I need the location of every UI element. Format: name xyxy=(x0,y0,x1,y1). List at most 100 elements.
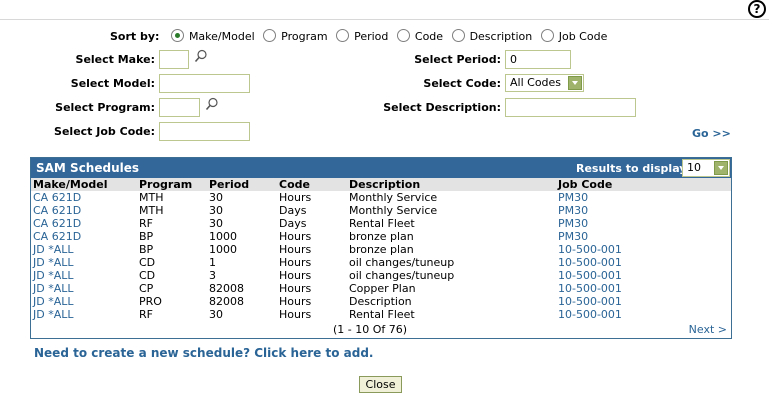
chevron-down-icon[interactable] xyxy=(714,161,728,175)
table-row[interactable]: CA 621D RF 30 Days Rental Fleet PM30 xyxy=(31,217,731,230)
job-code-cell[interactable]: 10-500-001 xyxy=(556,256,731,269)
select-description-label: Select Description: xyxy=(383,101,501,114)
description-cell: bronze plan xyxy=(349,230,414,243)
table-header-row: Make/Model Program Period Code Descripti… xyxy=(31,178,731,191)
table-row[interactable]: JD *ALL PRO 82008 Hours Description 10-500-00… xyxy=(31,295,731,308)
select-model-label: Select Model: xyxy=(70,77,155,90)
panel-title: SAM Schedules xyxy=(36,161,140,175)
make-model-cell[interactable]: CA 621D xyxy=(31,191,137,204)
make-model-cell[interactable]: JD *ALL xyxy=(31,243,137,256)
make-model-cell[interactable]: JD *ALL xyxy=(31,282,137,295)
radio-icon[interactable] xyxy=(336,29,350,42)
make-model-cell[interactable]: JD *ALL xyxy=(31,269,137,282)
job-code-input[interactable] xyxy=(159,122,250,141)
period-cell: 30 xyxy=(209,308,223,321)
radio-icon[interactable] xyxy=(540,29,554,42)
col-code[interactable]: Code xyxy=(277,178,347,191)
results-to-display-label: Results to display: xyxy=(576,162,691,175)
program-cell: CD xyxy=(139,269,156,282)
job-code-cell[interactable]: PM30 xyxy=(556,230,731,243)
program-cell: MTH xyxy=(139,191,164,204)
period-cell: 82008 xyxy=(209,282,244,295)
help-icon[interactable]: ? xyxy=(748,0,766,18)
description-cell: Copper Plan xyxy=(349,282,416,295)
make-model-cell[interactable]: CA 621D xyxy=(31,230,137,243)
code-cell: Hours xyxy=(279,308,312,321)
program-cell: MTH xyxy=(139,204,164,217)
description-input[interactable] xyxy=(505,98,636,117)
model-input[interactable] xyxy=(159,74,250,93)
radio-icon[interactable] xyxy=(263,29,277,42)
description-cell: Rental Fleet xyxy=(349,217,415,230)
period-cell: 30 xyxy=(209,191,223,204)
job-code-cell[interactable]: 10-500-001 xyxy=(556,269,731,282)
sort-by-label: Sort by: xyxy=(110,30,160,43)
go-link[interactable]: Go >> xyxy=(692,127,731,140)
sort-option-job-code[interactable]: Job Code xyxy=(540,29,607,43)
sort-option-make-model[interactable]: Make/Model xyxy=(170,29,255,43)
program-cell: BP xyxy=(139,230,154,243)
top-divider xyxy=(0,19,769,20)
period-input[interactable]: 0 xyxy=(505,50,571,69)
radio-icon[interactable] xyxy=(170,29,184,42)
make-model-cell[interactable]: CA 621D xyxy=(31,217,137,230)
table-row[interactable]: CA 621D MTH 30 Hours Monthly Service PM30 xyxy=(31,191,731,204)
code-cell: Days xyxy=(279,217,307,230)
make-model-cell[interactable]: JD *ALL xyxy=(31,295,137,308)
sort-by-row: Sort by: Make/Model Program Period Code … xyxy=(110,29,612,43)
schedules-table: Make/Model Program Period Code Descripti… xyxy=(31,178,731,321)
table-row[interactable]: JD *ALL CD 1 Hours oil changes/tuneup 10-500-… xyxy=(31,256,731,269)
period-cell: 1000 xyxy=(209,243,237,256)
make-input[interactable] xyxy=(159,50,189,69)
sort-option-description[interactable]: Description xyxy=(451,29,532,43)
sort-option-code[interactable]: Code xyxy=(396,29,443,43)
results-count-select[interactable]: 10 xyxy=(682,159,730,177)
close-button[interactable]: Close xyxy=(359,376,402,393)
pager-range: (1 - 10 Of 76) xyxy=(333,323,408,336)
job-code-cell[interactable]: PM30 xyxy=(556,204,731,217)
col-make-model[interactable]: Make/Model xyxy=(31,178,137,191)
table-row[interactable]: CA 621D MTH 30 Days Monthly Service PM30 xyxy=(31,204,731,217)
chevron-down-icon[interactable] xyxy=(568,76,582,90)
add-schedule-link[interactable]: Need to create a new schedule? Click her… xyxy=(34,346,373,360)
job-code-cell[interactable]: 10-500-001 xyxy=(556,308,731,321)
table-row[interactable]: JD *ALL CD 3 Hours oil changes/tuneup 10-500-… xyxy=(31,269,731,282)
make-model-cell[interactable]: CA 621D xyxy=(31,204,137,217)
make-model-cell[interactable]: JD *ALL xyxy=(31,308,137,321)
radio-icon[interactable] xyxy=(396,29,410,42)
select-code-label: Select Code: xyxy=(423,77,501,90)
code-cell: Hours xyxy=(279,269,312,282)
table-row[interactable]: JD *ALL RF 30 Hours Rental Fleet 10-500-001 xyxy=(31,308,731,321)
table-row[interactable]: CA 621D BP 1000 Hours bronze plan PM30 xyxy=(31,230,731,243)
program-lookup-icon[interactable] xyxy=(205,97,219,111)
next-page-link[interactable]: Next > xyxy=(689,323,727,336)
col-job-code[interactable]: Job Code xyxy=(556,178,731,191)
code-cell: Hours xyxy=(279,256,312,269)
table-row[interactable]: JD *ALL BP 1000 Hours bronze plan 10-500-001 xyxy=(31,243,731,256)
table-row[interactable]: JD *ALL CP 82008 Hours Copper Plan 10-500-001 xyxy=(31,282,731,295)
program-input[interactable] xyxy=(159,98,200,117)
sort-option-period[interactable]: Period xyxy=(336,29,388,43)
job-code-cell[interactable]: 10-500-001 xyxy=(556,295,731,308)
col-program[interactable]: Program xyxy=(137,178,207,191)
sort-option-program[interactable]: Program xyxy=(263,29,328,43)
code-cell: Hours xyxy=(279,243,312,256)
job-code-cell[interactable]: PM30 xyxy=(556,217,731,230)
radio-icon[interactable] xyxy=(451,29,465,42)
code-cell: Hours xyxy=(279,191,312,204)
job-code-cell[interactable]: PM30 xyxy=(556,191,731,204)
select-job-code-label: Select Job Code: xyxy=(54,125,155,138)
code-cell: Hours xyxy=(279,282,312,295)
col-period[interactable]: Period xyxy=(207,178,277,191)
job-code-cell[interactable]: 10-500-001 xyxy=(556,243,731,256)
job-code-cell[interactable]: 10-500-001 xyxy=(556,282,731,295)
col-description[interactable]: Description xyxy=(347,178,556,191)
code-cell: Days xyxy=(279,204,307,217)
make-model-cell[interactable]: JD *ALL xyxy=(31,256,137,269)
program-cell: BP xyxy=(139,243,154,256)
description-cell: bronze plan xyxy=(349,243,414,256)
code-select[interactable]: All Codes xyxy=(505,74,584,92)
period-cell: 82008 xyxy=(209,295,244,308)
make-lookup-icon[interactable] xyxy=(194,49,208,63)
period-cell: 1 xyxy=(209,256,216,269)
